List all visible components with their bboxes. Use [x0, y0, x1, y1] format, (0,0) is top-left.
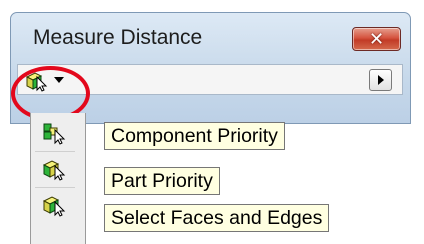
flyout-divider [35, 187, 75, 188]
arrow-right-icon [378, 75, 384, 85]
close-button[interactable]: ✕ [352, 27, 401, 51]
flyout-item-component-priority[interactable] [35, 117, 75, 152]
close-icon: ✕ [368, 29, 385, 49]
part-priority-icon [42, 160, 66, 181]
tooltip-select-faces-edges: Select Faces and Edges [104, 204, 330, 232]
measure-distance-window: Measure Distance ✕ [10, 12, 411, 124]
select-faces-edges-icon [25, 72, 48, 92]
expand-button[interactable] [369, 69, 392, 91]
flyout-item-select-faces-edges[interactable] [35, 189, 75, 221]
flyout-divider [35, 151, 75, 152]
title-bar: Measure Distance ✕ [11, 13, 410, 59]
tooltip-part-priority: Part Priority [104, 167, 220, 195]
window-title: Measure Distance [33, 26, 203, 49]
caret-down-icon [54, 77, 64, 83]
measure-toolbar [17, 64, 403, 95]
flyout-item-part-priority[interactable] [35, 153, 75, 188]
tooltip-component-priority: Component Priority [104, 122, 285, 150]
selection-priority-dropdown[interactable] [22, 67, 72, 93]
selection-priority-flyout [30, 113, 86, 244]
select-faces-edges-icon [42, 196, 66, 217]
component-priority-icon [43, 123, 66, 145]
